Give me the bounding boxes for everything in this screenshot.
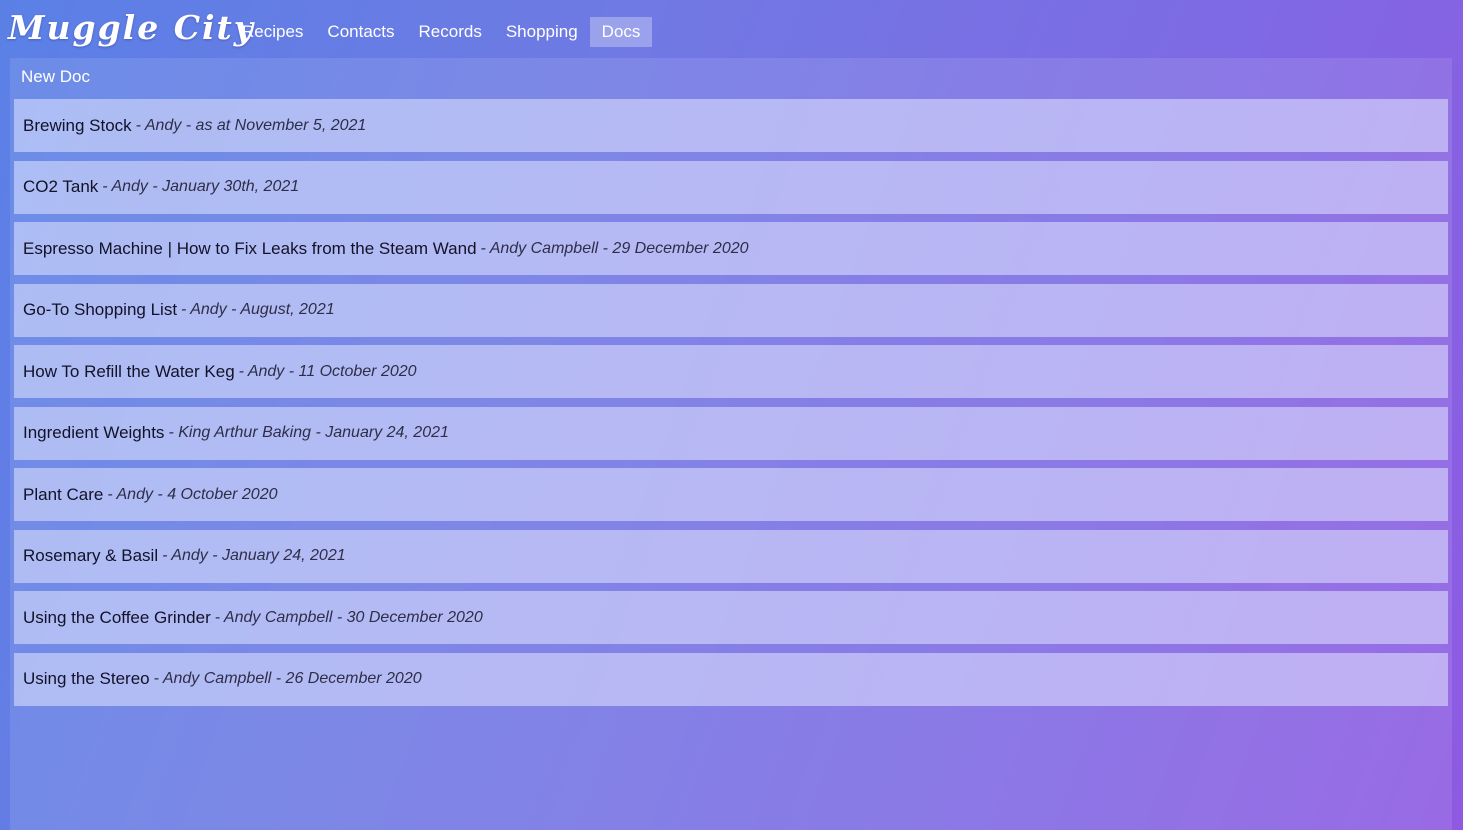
- nav-item-shopping[interactable]: Shopping: [494, 17, 590, 47]
- doc-row-stereo[interactable]: Using the Stereo - Andy Campbell - 26 De…: [14, 652, 1448, 706]
- brand-logo[interactable]: Muggle City: [8, 8, 255, 47]
- top-bar: Muggle City Recipes Contacts Records Sho…: [0, 0, 1463, 58]
- nav-item-contacts[interactable]: Contacts: [315, 17, 406, 47]
- nav-item-docs[interactable]: Docs: [589, 17, 653, 47]
- doc-row-rosemary-basil[interactable]: Rosemary & Basil - Andy - January 24, 20…: [14, 529, 1448, 583]
- doc-meta: - Andy Campbell - 26 December 2020: [153, 670, 422, 687]
- doc-meta: - Andy Campbell - 29 December 2020: [480, 239, 749, 257]
- doc-title: Go-To Shopping List: [23, 300, 178, 319]
- doc-title: Plant Care: [23, 484, 104, 504]
- doc-title: Ingredient Weights: [23, 423, 165, 442]
- doc-title: Rosemary & Basil: [23, 546, 159, 565]
- main-nav: Recipes Contacts Records Shopping Docs: [230, 17, 653, 47]
- doc-row-brewing-stock[interactable]: Brewing Stock - Andy - as at November 5,…: [14, 99, 1448, 152]
- doc-meta: - Andy - January 30th, 2021: [102, 178, 300, 195]
- doc-row-ingredient-weights[interactable]: Ingredient Weights - King Arthur Baking …: [14, 406, 1448, 460]
- doc-title: How To Refill the Water Keg: [23, 361, 235, 381]
- doc-meta: - Andy - as at November 5, 2021: [135, 116, 367, 134]
- doc-meta: - Andy - August, 2021: [181, 301, 335, 318]
- doc-title: Using the Coffee Grinder: [23, 607, 211, 627]
- new-doc-link[interactable]: New Doc: [21, 67, 90, 87]
- docs-panel: New Doc Brewing Stock - Andy - as at Nov…: [10, 58, 1452, 830]
- doc-row-coffee-grinder[interactable]: Using the Coffee Grinder - Andy Campbell…: [14, 591, 1448, 644]
- doc-meta: - Andy Campbell - 30 December 2020: [214, 608, 483, 626]
- doc-meta: - Andy - 11 October 2020: [238, 362, 417, 380]
- doc-list: Brewing Stock - Andy - as at November 5,…: [14, 99, 1448, 714]
- doc-meta: - King Arthur Baking - January 24, 2021: [168, 424, 449, 441]
- doc-title: Brewing Stock: [23, 115, 132, 135]
- doc-row-plant-care[interactable]: Plant Care - Andy - 4 October 2020: [14, 468, 1448, 521]
- doc-meta: - Andy - January 24, 2021: [162, 547, 346, 564]
- nav-item-recipes[interactable]: Recipes: [230, 17, 315, 47]
- doc-row-go-to-shopping-list[interactable]: Go-To Shopping List - Andy - August, 202…: [14, 283, 1448, 337]
- doc-title: CO2 Tank: [23, 177, 99, 196]
- doc-row-refill-water-keg[interactable]: How To Refill the Water Keg - Andy - 11 …: [14, 345, 1448, 398]
- doc-title: Using the Stereo: [23, 669, 150, 688]
- doc-title: Espresso Machine | How to Fix Leaks from…: [23, 238, 477, 258]
- doc-row-espresso-machine[interactable]: Espresso Machine | How to Fix Leaks from…: [14, 222, 1448, 275]
- doc-meta: - Andy - 4 October 2020: [107, 485, 278, 503]
- nav-item-records[interactable]: Records: [407, 17, 494, 47]
- doc-row-co2-tank[interactable]: CO2 Tank - Andy - January 30th, 2021: [14, 160, 1448, 214]
